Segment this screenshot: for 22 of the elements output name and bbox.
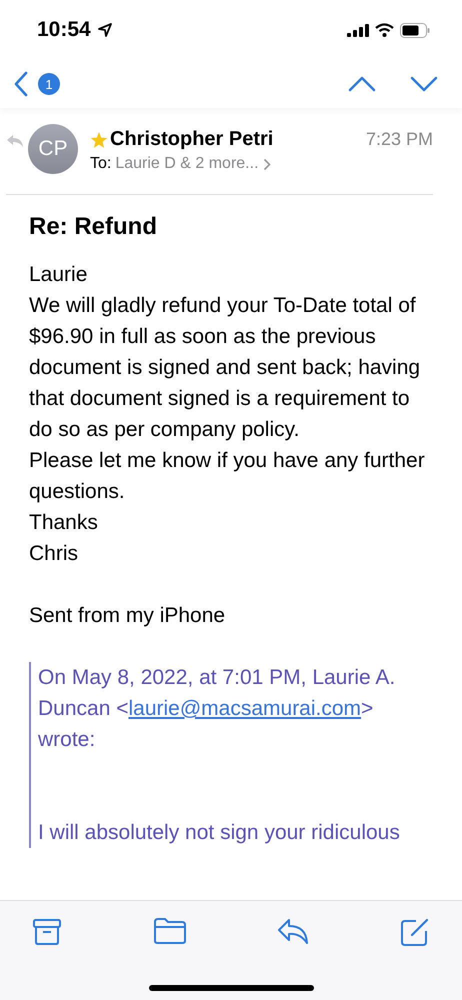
email-link[interactable]: laurie@macsamurai.com xyxy=(128,697,362,720)
quote-attribution: On May 8, 2022, at 7:01 PM, Laurie A. Duncan <laurie@macsamurai.com> wrote: xyxy=(38,665,396,753)
body-text: Chris xyxy=(29,541,80,567)
status-time: 10:54 xyxy=(37,18,91,42)
signal-icon xyxy=(347,24,369,36)
recipients-link[interactable]: Laurie D & 2 more... xyxy=(115,155,259,173)
unread-count-badge: 1 xyxy=(38,73,60,95)
chevron-icon xyxy=(262,158,271,170)
sender-name: Christopher Petri xyxy=(110,128,274,151)
body-text: We will gladly refund your To-Date total of $96.90 in full as soon as the previous document is signed and sent back; having that document signed is a requirement to do so as per company policy. xyxy=(29,293,422,443)
body-text: Thanks xyxy=(29,510,99,536)
subject: Re: Refund xyxy=(29,213,158,241)
body-text: Please let me know if you have any further questions. xyxy=(29,448,426,505)
to-label: To: xyxy=(90,155,112,173)
wifi-icon xyxy=(375,23,394,37)
quoted-text: I will absolutely not sign your ridiculous xyxy=(38,820,401,846)
location-arrow-icon xyxy=(96,22,113,38)
battery-icon xyxy=(400,22,430,38)
signature: Sent from my iPhone xyxy=(29,603,226,629)
avatar: CP xyxy=(28,124,78,174)
body-text: Laurie xyxy=(29,262,88,288)
message-time: 7:23 PM xyxy=(366,129,433,150)
